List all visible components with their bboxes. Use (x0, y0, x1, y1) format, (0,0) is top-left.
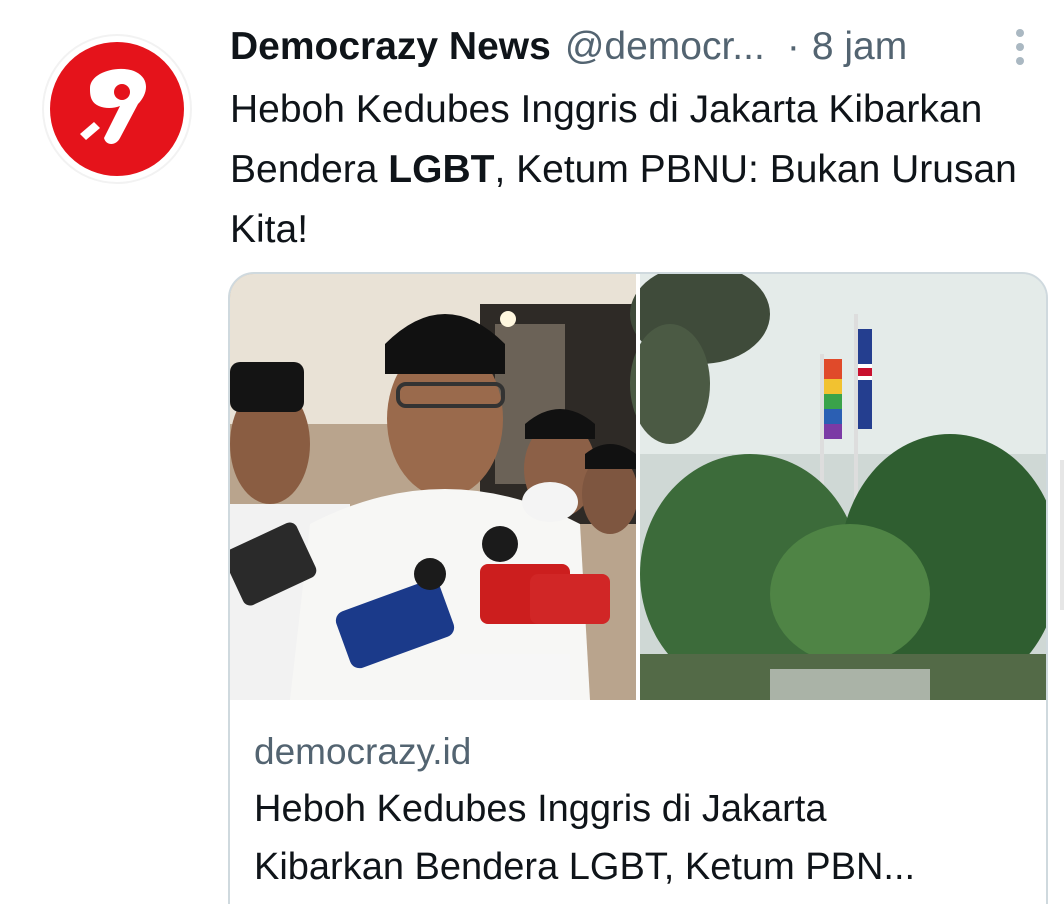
democrazy-logo-glyph (80, 68, 146, 144)
link-card[interactable]: democrazy.id Heboh Kedubes Inggris di Ja… (228, 272, 1048, 904)
card-meta[interactable]: democrazy.id Heboh Kedubes Inggris di Ja… (254, 724, 1034, 896)
tweet-text: Heboh Kedubes Inggris di Jakarta Kibarka… (230, 80, 1030, 260)
card-title-line: Heboh Kedubes Inggris di Jakarta (254, 788, 827, 830)
scrollbar[interactable] (1060, 460, 1064, 610)
tweet-header: Democrazy News @democr... · 8 jam (230, 22, 907, 72)
card-domain: democrazy.id (254, 731, 472, 772)
timestamp[interactable]: 8 jam (812, 25, 907, 69)
avatar[interactable] (42, 34, 192, 184)
author-handle[interactable]: @democr... (565, 25, 765, 69)
more-vertical-icon[interactable] (1006, 26, 1034, 66)
card-title-line: Kibarkan Bendera LGBT, Ketum PBN... (254, 846, 916, 888)
image-divider (636, 274, 640, 700)
card-title: Heboh Kedubes Inggris di Jakarta Kibarka… (254, 780, 1034, 896)
card-image[interactable] (230, 274, 1046, 700)
author-name[interactable]: Democrazy News (230, 25, 551, 69)
separator: · (786, 25, 800, 68)
tweet[interactable]: Democrazy News @democr... · 8 jam Heboh … (0, 0, 1064, 904)
tweet-text-bold: LGBT (388, 148, 495, 191)
